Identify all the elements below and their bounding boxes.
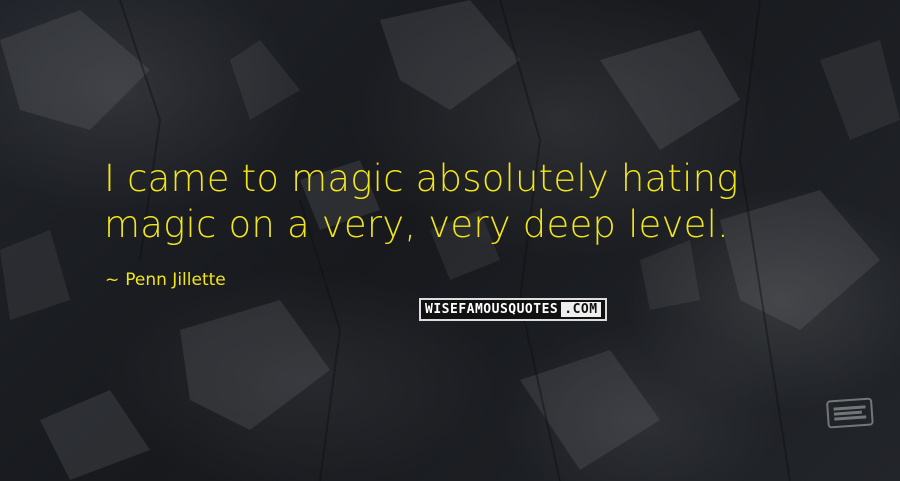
wisefamousquotes-logo: WISE FAMOUS QUOTES .COM	[419, 298, 607, 321]
logo-part-quotes: QUOTES	[508, 302, 559, 317]
quote-image-canvas: I came to magic absolutely hating magic …	[0, 0, 900, 481]
author-dash: ~	[105, 270, 120, 290]
quote-line-2: magic on a very, very deep level.	[104, 203, 730, 246]
quote-text: I came to magic absolutely hating magic …	[104, 156, 864, 248]
corner-watermark-logo	[825, 396, 875, 432]
logo-part-wise: WISE	[425, 302, 459, 317]
author-name: Penn Jillette	[125, 270, 226, 290]
quote-line-1: I came to magic absolutely hating	[104, 157, 739, 200]
quote-author: ~ Penn Jillette	[105, 270, 226, 290]
logo-part-dotcom: .COM	[561, 302, 601, 317]
watermark-emblem-icon	[826, 397, 874, 429]
logo-part-famous: FAMOUS	[458, 302, 509, 317]
